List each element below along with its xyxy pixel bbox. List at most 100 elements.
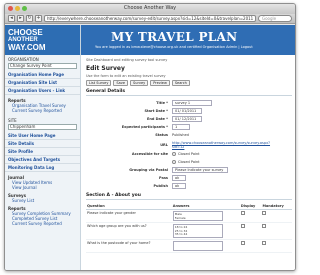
- survey-url-link[interactable]: http://www.chooseanotherway.com/survey/s…: [172, 141, 270, 149]
- save-button[interactable]: Save: [113, 80, 128, 86]
- display-cell: [239, 209, 262, 223]
- participants-row: Expected participants * 1: [86, 123, 292, 131]
- access-row: Accessible for site Closed Point: [86, 150, 292, 158]
- publish-label: Publish: [153, 184, 168, 188]
- end-date-row: End Date * 01/ 12/2011: [86, 115, 292, 123]
- start-date-label: Start Date *: [144, 109, 168, 113]
- grouping-row: Grouping via Postal Please Indicate your…: [86, 166, 292, 174]
- general-details-heading: General Details: [86, 89, 292, 96]
- preview-button[interactable]: Preview: [150, 80, 170, 86]
- window-title: Choose Another Way: [123, 5, 177, 11]
- survey-button[interactable]: Survey: [130, 80, 149, 86]
- site-select[interactable]: Chippenham: [8, 124, 77, 130]
- display-checkbox[interactable]: [240, 241, 245, 245]
- answers-textarea[interactable]: 18 to 24 25 to 34 35 to 44 45 to 54: [172, 224, 223, 238]
- brand-title: MY TRAVEL PLAN: [111, 30, 238, 44]
- reload-button[interactable]: ↻: [26, 15, 33, 22]
- question-text: Please indicate your gender: [86, 209, 172, 223]
- answers-cell: [171, 239, 240, 253]
- search-button[interactable]: Search: [171, 80, 190, 86]
- access-radio-2[interactable]: [172, 160, 176, 164]
- mandatory-cell: [261, 239, 292, 253]
- mandatory-checkbox[interactable]: [262, 224, 267, 228]
- logo-line-1: CHOOSE: [8, 28, 43, 37]
- address-bar[interactable]: http://everywhere.chooseanotherway.com/s…: [44, 15, 256, 22]
- pass-input[interactable]: ok: [172, 175, 186, 181]
- pass-row: Pass ok: [86, 174, 292, 182]
- end-date-label: End Date *: [147, 117, 168, 121]
- list-survey-button[interactable]: List Survey: [86, 80, 112, 86]
- mandatory-cell: [261, 222, 292, 240]
- sidebar-item-site-profile[interactable]: Site Profile: [5, 148, 80, 156]
- participants-label: Expected participants *: [121, 125, 168, 129]
- url-row: URL http://www.chooseanotherway.com/surv…: [86, 139, 292, 150]
- question-text: What is the postcode of your home?: [86, 239, 172, 253]
- page-header: MY TRAVEL PLAN You are logged in as bmw.…: [81, 25, 295, 55]
- forward-button[interactable]: ▸: [17, 15, 24, 22]
- answers-cell: Male Female: [171, 209, 240, 223]
- back-button[interactable]: ◂: [8, 15, 15, 22]
- mandatory-checkbox[interactable]: [262, 211, 267, 215]
- sidebar: CHOOSE ANOTHER WAY.COM ORGANISATION Chan…: [5, 25, 81, 270]
- organisation-label: ORGANISATION: [8, 57, 39, 62]
- sidebar-item-org-users[interactable]: Organisation Users - Link: [5, 87, 80, 95]
- page-hint: Use the form to edit an existing travel …: [86, 74, 166, 78]
- add-bookmark-button[interactable]: +: [35, 15, 42, 22]
- table-row: Which age group are you with us? 18 to 2…: [86, 222, 292, 240]
- site-logo[interactable]: CHOOSE ANOTHER WAY.COM: [5, 25, 80, 55]
- sidebar-item-monitoring[interactable]: Monitoring Data Log: [5, 164, 80, 172]
- sidebar-item-current-reported[interactable]: Current Survey Reported: [5, 221, 80, 226]
- answers-cell: 18 to 24 25 to 34 35 to 44 45 to 54: [171, 222, 240, 240]
- answers-textarea[interactable]: [172, 241, 223, 251]
- access-option-1: Closed Point: [178, 152, 200, 156]
- access-option-2: Closed Point: [178, 160, 200, 164]
- sidebar-item-org-home[interactable]: Organisation Home Page: [5, 71, 80, 79]
- status-label: Status: [155, 133, 168, 137]
- search-field[interactable]: Google: [258, 15, 292, 22]
- question-text: Which age group are you with us?: [86, 222, 172, 240]
- site-label: SITE: [8, 118, 17, 123]
- title-label: Title *: [156, 101, 168, 105]
- publish-input[interactable]: ok: [172, 183, 186, 189]
- page-title: Edit Survey: [86, 65, 125, 72]
- display-checkbox[interactable]: [240, 224, 245, 228]
- display-checkbox[interactable]: [240, 211, 245, 215]
- journal-heading: Journal: [8, 175, 24, 180]
- url-label: URL: [160, 142, 168, 147]
- main-content: Site Dashboard and editing survey tool s…: [83, 55, 295, 270]
- publish-row: Publish ok: [86, 182, 292, 190]
- url-wrap: http://www.chooseanotherway.com/survey/s…: [172, 141, 282, 149]
- sidebar-item-org-sites[interactable]: Organisation Site List: [5, 79, 80, 87]
- sidebar-item-current-survey[interactable]: Current Survey Reported: [5, 108, 80, 113]
- title-bar: Choose Another Way: [5, 4, 295, 14]
- status-value: Published: [172, 133, 189, 137]
- mandatory-checkbox[interactable]: [262, 241, 267, 245]
- grouping-label: Grouping via Postal: [129, 168, 168, 172]
- title-input[interactable]: survey 1: [172, 100, 212, 106]
- surveys-heading: Surveys: [8, 193, 27, 198]
- participants-input[interactable]: 1: [172, 124, 190, 130]
- display-cell: [239, 239, 262, 253]
- sidebar-item-objectives[interactable]: Objectives And Targets: [5, 156, 80, 164]
- sidebar-item-site-home[interactable]: Site User Home Page: [5, 132, 80, 140]
- mandatory-cell: [261, 209, 292, 223]
- table-row: What is the postcode of your home?: [86, 239, 292, 253]
- access-row-2: Closed Point: [86, 158, 292, 166]
- answers-textarea[interactable]: Male Female: [172, 211, 223, 221]
- end-date-input[interactable]: 01/ 12/2011: [172, 116, 202, 122]
- access-label: Accessible for site: [131, 152, 168, 156]
- sidebar-item-site-details[interactable]: Site Details: [5, 140, 80, 148]
- reports2-heading: Reports: [8, 206, 26, 211]
- table-row: Please indicate your gender Male Female: [86, 209, 292, 223]
- title-row: Title * survey 1: [86, 99, 292, 107]
- grouping-select[interactable]: Please Indicate your survey: [172, 167, 228, 173]
- start-date-row: Start Date * 01/ 01/2011: [86, 107, 292, 115]
- organisation-select[interactable]: Change Survey Point: [8, 63, 77, 69]
- breadcrumb: Site Dashboard and editing survey tool s…: [86, 58, 168, 62]
- action-buttons: List Survey Save Survey Preview Search: [86, 80, 292, 86]
- access-radio-1[interactable]: [172, 152, 176, 156]
- pass-label: Pass: [159, 176, 168, 180]
- start-date-input[interactable]: 01/ 01/2011: [172, 108, 202, 114]
- browser-toolbar: ◂ ▸ ↻ + http://everywhere.chooseanotherw…: [5, 14, 295, 24]
- section-a-heading: Section A - About you: [86, 193, 292, 200]
